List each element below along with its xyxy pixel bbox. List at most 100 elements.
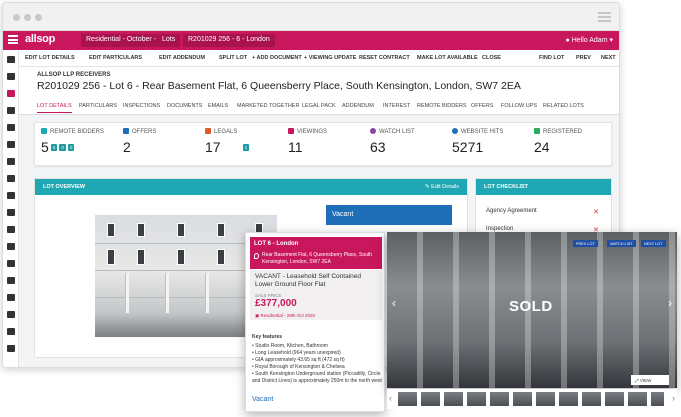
stat-label: LEGALS bbox=[214, 129, 238, 135]
tab-remote-bidders[interactable]: REMOTE BIDDERS bbox=[417, 103, 467, 109]
prev-lot-button[interactable]: PREV LOT bbox=[573, 240, 598, 247]
chart-icon[interactable] bbox=[7, 192, 15, 199]
split-lot-button[interactable]: SPLIT LOT bbox=[219, 55, 247, 61]
thumbnail[interactable] bbox=[604, 391, 625, 407]
key-features: Key features • Studio Room, Kitchen, Bat… bbox=[252, 334, 382, 385]
shield-icon[interactable] bbox=[7, 294, 15, 301]
chevron-left-icon[interactable]: ‹ bbox=[389, 393, 392, 403]
stat-remote-bidders[interactable]: REMOTE BIDDERS 5500 bbox=[41, 128, 104, 155]
add-document-button[interactable]: + ADD DOCUMENT bbox=[252, 55, 302, 61]
thumbnail[interactable] bbox=[420, 391, 441, 407]
home-icon[interactable] bbox=[7, 209, 15, 216]
view-label: VIEW bbox=[639, 377, 652, 383]
tab-interest[interactable]: INTEREST bbox=[383, 103, 410, 109]
tab-related-lots[interactable]: RELATED LOTS bbox=[543, 103, 584, 109]
tab-addendum[interactable]: ADDENDUM bbox=[342, 103, 374, 109]
next-lot-button[interactable]: NEXT LOT bbox=[641, 240, 666, 247]
stat-registered[interactable]: REGISTERED 24 bbox=[534, 128, 582, 155]
thumbnail[interactable] bbox=[512, 391, 533, 407]
user-menu[interactable]: ● Hello Adam ▾ bbox=[566, 36, 613, 44]
close-button[interactable]: CLOSE bbox=[482, 55, 501, 61]
stat-website-hits[interactable]: WEBSITE HITS 5271 bbox=[452, 128, 503, 155]
stat-value: 5 bbox=[41, 139, 49, 155]
action-toolbar: EDIT LOT DETAILS EDIT PARTICULARS EDIT A… bbox=[19, 50, 619, 67]
contacts-icon[interactable] bbox=[7, 260, 15, 267]
watch-list-button[interactable]: WATCH LIST bbox=[607, 240, 636, 247]
thumbnail[interactable] bbox=[535, 391, 556, 407]
breadcrumb-lot[interactable]: R201029 256 - 6 - London bbox=[183, 34, 275, 47]
thumbnail[interactable] bbox=[558, 391, 579, 407]
edit-details-label: Edit Details bbox=[431, 184, 459, 190]
prev-button[interactable]: PREV bbox=[576, 55, 591, 61]
window-chrome bbox=[3, 3, 619, 31]
stats-bar: REMOTE BIDDERS 5500 OFFERS 2 LEGALS 17 1 … bbox=[34, 122, 612, 166]
thumbnail[interactable] bbox=[627, 391, 648, 407]
edit-addendum-button[interactable]: EDIT ADDENDUM bbox=[159, 55, 205, 61]
building-icon[interactable] bbox=[7, 73, 15, 80]
tab-emails[interactable]: EMAILS bbox=[208, 103, 228, 109]
user-icon: ● bbox=[565, 37, 570, 44]
reset-contract-button[interactable]: RESET CONTRACT bbox=[359, 55, 410, 61]
breadcrumb-lots[interactable]: Lots bbox=[157, 34, 181, 47]
view-button[interactable]: ⤢ VIEW bbox=[631, 375, 669, 385]
chevron-right-icon[interactable]: › bbox=[672, 393, 675, 403]
bidders-pill: 0 bbox=[59, 144, 66, 151]
clock-icon[interactable] bbox=[7, 158, 15, 165]
stat-offers[interactable]: OFFERS 2 bbox=[123, 128, 156, 155]
window-dot[interactable] bbox=[24, 14, 31, 21]
tab-lot-details[interactable]: LOT DETAILS bbox=[37, 103, 72, 113]
star-icon[interactable] bbox=[7, 226, 15, 233]
panel-title: LOT OVERVIEW bbox=[43, 184, 86, 190]
tab-legal-pack[interactable]: LEGAL PACK bbox=[302, 103, 336, 109]
find-lot-button[interactable]: FIND LOT bbox=[539, 55, 564, 61]
trend-icon[interactable] bbox=[7, 311, 15, 318]
hammer-icon[interactable] bbox=[7, 90, 15, 97]
hamburger-icon[interactable] bbox=[8, 35, 18, 44]
thumbnail[interactable] bbox=[466, 391, 487, 407]
chevron-right-icon[interactable]: › bbox=[668, 296, 672, 310]
window-dot[interactable] bbox=[13, 14, 20, 21]
map-icon[interactable] bbox=[7, 175, 15, 182]
thumbnail[interactable] bbox=[650, 391, 665, 407]
thumbnail[interactable] bbox=[581, 391, 602, 407]
sale-price: £377,000 bbox=[255, 298, 297, 309]
dashboard-icon[interactable] bbox=[7, 56, 15, 63]
logo[interactable]: allsop bbox=[25, 33, 55, 45]
window-menu-icon[interactable] bbox=[598, 12, 611, 22]
users-icon bbox=[534, 128, 540, 134]
make-lot-available-button[interactable]: MAKE LOT AVAILABLE bbox=[417, 55, 478, 61]
lot-card[interactable]: LOT 6 - London Rear Basement Flat, 6 Que… bbox=[245, 232, 385, 412]
edit-particulars-button[interactable]: EDIT PARTICULARS bbox=[89, 55, 142, 61]
property-gallery[interactable]: PREV LOT WATCH LIST NEXT LOT ‹ › SOLD ⤢ … bbox=[387, 232, 677, 388]
tab-inspections[interactable]: INSPECTIONS bbox=[123, 103, 160, 109]
tab-offers[interactable]: OFFERS bbox=[471, 103, 493, 109]
people-icon[interactable] bbox=[7, 277, 15, 284]
thumbnail[interactable] bbox=[489, 391, 510, 407]
edit-lot-details-button[interactable]: EDIT LOT DETAILS bbox=[25, 55, 75, 61]
thumbnail[interactable] bbox=[397, 391, 418, 407]
lot-header: ALLSOP LLP RECEIVERS R201029 256 - Lot 6… bbox=[19, 67, 619, 99]
tab-marketed-together[interactable]: MARKETED TOGETHER bbox=[237, 103, 299, 109]
stat-legals[interactable]: LEGALS 17 1 bbox=[205, 128, 250, 155]
edit-details-link[interactable]: ✎ Edit Details bbox=[425, 184, 459, 190]
attachment-icon[interactable] bbox=[7, 107, 15, 114]
feature-item: • South Kensington Underground station (… bbox=[252, 371, 382, 384]
chevron-left-icon[interactable]: ‹ bbox=[392, 296, 396, 310]
next-button[interactable]: NEXT bbox=[601, 55, 616, 61]
tab-follow-ups[interactable]: FOLLOW UPS bbox=[501, 103, 537, 109]
checklist-item[interactable]: Agency Agreement ✕ bbox=[486, 208, 611, 216]
panel-header: LOT OVERVIEW ✎ Edit Details bbox=[35, 179, 467, 195]
window-dot[interactable] bbox=[35, 14, 42, 21]
list-icon[interactable] bbox=[7, 124, 15, 131]
briefcase-icon[interactable] bbox=[7, 243, 15, 250]
thumbnail[interactable] bbox=[443, 391, 464, 407]
viewing-update-button[interactable]: + VIEWING UPDATE bbox=[304, 55, 356, 61]
tab-documents[interactable]: DOCUMENTS bbox=[167, 103, 202, 109]
stat-viewings[interactable]: VIEWINGS 11 bbox=[288, 128, 327, 155]
tab-particulars[interactable]: PARTICULARS bbox=[79, 103, 117, 109]
document-icon[interactable] bbox=[7, 328, 15, 335]
settings-icon[interactable] bbox=[7, 345, 15, 352]
feature-item: • Royal Borough of Kensington & Chelsea bbox=[252, 364, 345, 370]
chat-icon[interactable] bbox=[7, 141, 15, 148]
stat-watch-list[interactable]: WATCH LIST 63 bbox=[370, 128, 415, 155]
